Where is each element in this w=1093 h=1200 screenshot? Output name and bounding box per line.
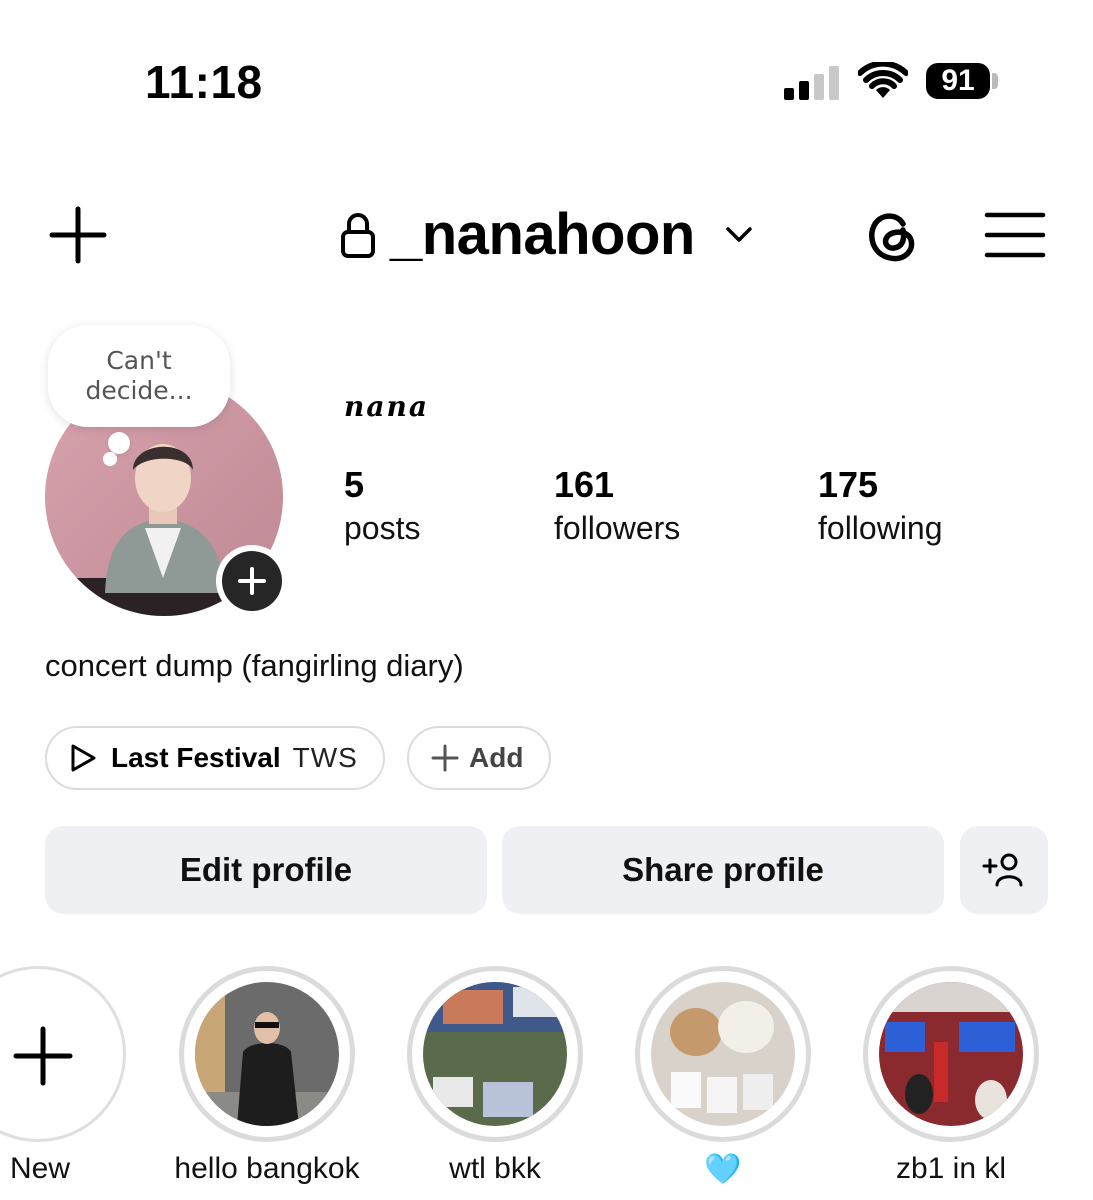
plus-icon [238, 567, 266, 595]
status-time: 11:18 [145, 56, 263, 108]
add-label: Add [469, 742, 524, 773]
plus-icon [13, 1026, 73, 1086]
chevron-down-icon[interactable] [724, 222, 754, 246]
stat-value: 161 [554, 464, 615, 505]
note-bubble-tail-small [103, 452, 117, 466]
highlight-zb1-in-kl[interactable] [863, 966, 1039, 1142]
highlight-cover [651, 982, 795, 1126]
note-bubble[interactable]: Can't decide... [48, 325, 230, 427]
wifi-icon [858, 62, 908, 98]
note-bubble-tail [108, 432, 130, 454]
plus-icon [431, 744, 459, 772]
profile-music-pill[interactable]: Last Festival TWS [45, 726, 385, 790]
plus-icon[interactable] [48, 205, 108, 265]
highlight-hello-bangkok[interactable] [179, 966, 355, 1142]
battery-icon: 91 [926, 63, 990, 99]
add-story-button[interactable] [216, 545, 288, 617]
battery-nub [992, 73, 998, 89]
stat-posts[interactable]: 5 posts [344, 465, 420, 551]
lock-icon [341, 213, 375, 258]
highlight-blue-heart[interactable] [635, 966, 811, 1142]
stat-label: posts [344, 510, 421, 546]
highlight-cover [879, 982, 1023, 1126]
add-person-icon [982, 853, 1023, 887]
highlight-label: zb1 in kl [895, 1152, 1007, 1185]
profile-username[interactable]: _nanahoon [390, 200, 695, 270]
highlight-label: New [9, 1152, 70, 1185]
highlight-cover [195, 982, 339, 1126]
highlight-label: hello bangkok [174, 1152, 360, 1185]
stat-value: 5 [344, 464, 365, 505]
stat-following[interactable]: 175 following [818, 465, 943, 551]
share-profile-button[interactable]: Share profile [502, 826, 944, 914]
highlight-wtl-bkk[interactable] [407, 966, 583, 1142]
display-name: nana [344, 390, 429, 423]
play-icon [71, 744, 96, 772]
stat-label: following [818, 510, 943, 546]
battery-level: 91 [941, 64, 975, 97]
highlight-label: wtl bkk [449, 1152, 541, 1185]
stat-followers[interactable]: 161 followers [554, 465, 680, 551]
threads-icon[interactable] [860, 204, 922, 266]
highlight-label: 🩵 [704, 1153, 742, 1186]
stat-label: followers [554, 510, 681, 546]
profile-bio: concert dump (fangirling diary) [45, 648, 464, 683]
add-link-pill[interactable]: Add [407, 726, 551, 790]
cellular-signal-icon [784, 66, 839, 100]
music-artist: TWS [292, 742, 358, 773]
hamburger-menu-icon[interactable] [984, 210, 1046, 260]
edit-profile-button[interactable]: Edit profile [45, 826, 487, 914]
highlight-cover [423, 982, 567, 1126]
highlight-new[interactable] [0, 966, 126, 1142]
music-song: Last Festival [111, 742, 281, 773]
discover-people-button[interactable] [960, 826, 1048, 914]
stat-value: 175 [818, 464, 879, 505]
